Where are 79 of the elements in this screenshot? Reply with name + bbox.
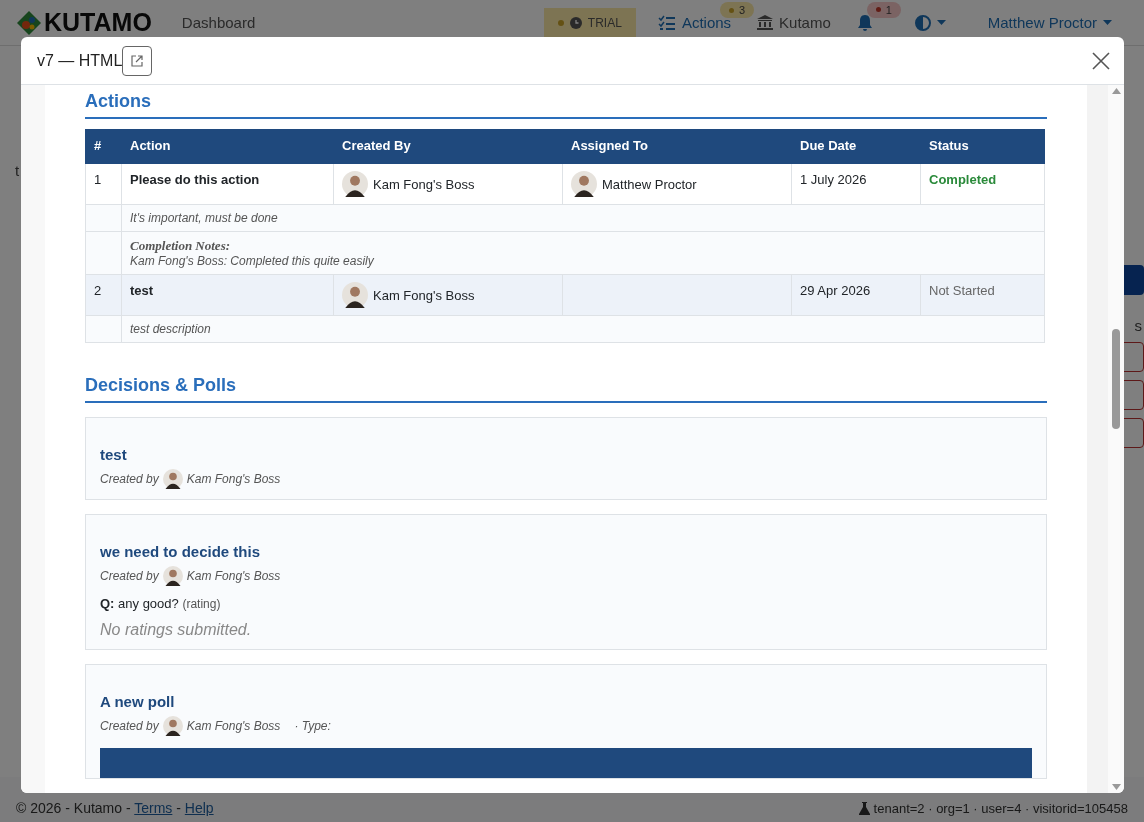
bank-icon [757,15,774,30]
table-cell: Please do this action [121,163,334,205]
dot-icon [875,7,881,12]
creator-name: Kam Fong's Boss [186,569,281,583]
scroll-up-icon [1111,88,1121,94]
avatar-icon [342,171,368,197]
trial-badge[interactable]: TRIAL [543,7,636,38]
external-link-icon [131,54,144,67]
open-external-button[interactable] [122,45,153,76]
column-header: Action [121,129,334,164]
decision-title: test [100,446,128,463]
section-heading: Actions [85,91,1047,119]
brand-name[interactable]: KUTAMO [44,8,152,37]
action-description: It's important, must be done [130,211,278,225]
avatar-icon [162,566,183,586]
scrollbar[interactable] [1108,85,1124,793]
decision-title: we need to decide this [100,543,262,560]
terms-link[interactable]: Terms [134,800,173,816]
person-name: Kam Fong's Boss [373,176,475,192]
creator-name: Kam Fong's Boss [186,719,281,733]
section-heading: Decisions & Polls [85,375,1047,403]
completion-notes-label: Completion Notes: [130,238,232,254]
scroll-down-icon [1111,784,1121,790]
created-by-label: Created by [100,472,159,486]
avatar-icon [342,282,368,308]
type-label: · Type: [294,719,331,733]
column-header: Created By [333,129,563,164]
notifications-button[interactable] [856,13,873,32]
actions-link[interactable]: Actions [657,14,732,31]
column-header: Due Date [791,129,921,164]
column-header: Status [920,129,1045,164]
text-fragment: s [1134,317,1142,334]
action-description: test description [130,322,211,336]
help-link[interactable]: Help [184,800,214,816]
column-header: Assigned To [562,129,792,164]
table-cell: 1 July 2026 [791,163,921,205]
table-cell: test [121,274,334,316]
status-text: Not Started [920,274,1045,316]
caret-icon [1103,20,1112,25]
clock-icon [569,16,582,29]
modal-title: v7 — HTML [37,51,123,70]
dashboard-link[interactable]: Dashboard [181,14,256,31]
text-fragment: t [15,162,20,179]
theme-toggle[interactable] [914,14,946,31]
close-icon [1092,51,1110,70]
contrast-icon [914,14,931,31]
dot-icon [728,7,734,13]
user-menu[interactable]: Matthew Proctor [987,14,1112,31]
empty-state-text: No ratings submitted. [100,621,253,639]
organization-link[interactable]: Kutamo [757,14,831,31]
debug-info: tenant=2 · org=1 · user=4 · visitorid=105458 [873,801,1128,816]
separator-text: - [175,800,182,816]
question-text: Q: any good? (rating) [100,596,222,611]
created-by-label: Created by [100,569,159,583]
bell-icon [856,13,873,32]
caret-icon [936,20,946,25]
avatar-icon [162,716,183,736]
person-name: Matthew Proctor [602,176,697,192]
logo-icon [16,9,42,36]
table-cell: 2 [85,274,122,316]
copyright-text: © 2026 - Kutamo - [16,800,132,816]
scrollbar-thumb[interactable] [1112,329,1120,429]
table-cell: 29 Apr 2026 [791,274,921,316]
badge-count: 1 [885,3,892,16]
badge-count: 3 [738,4,745,16]
person-name: Kam Fong's Boss [373,287,475,303]
decision-title: A new poll [100,693,176,710]
checklist-icon [657,14,676,31]
avatar-icon [162,469,183,489]
flask-icon [858,802,870,815]
dot-icon [557,19,564,26]
column-header: # [85,129,122,164]
created-by-label: Created by [100,719,159,733]
status-text: Completed [920,163,1045,205]
completion-notes: Kam Fong's Boss: Completed this quite easily [130,254,375,268]
table-cell: 1 [85,163,122,205]
avatar-icon [571,171,597,197]
creator-name: Kam Fong's Boss [186,472,281,486]
close-button[interactable] [1092,51,1110,70]
